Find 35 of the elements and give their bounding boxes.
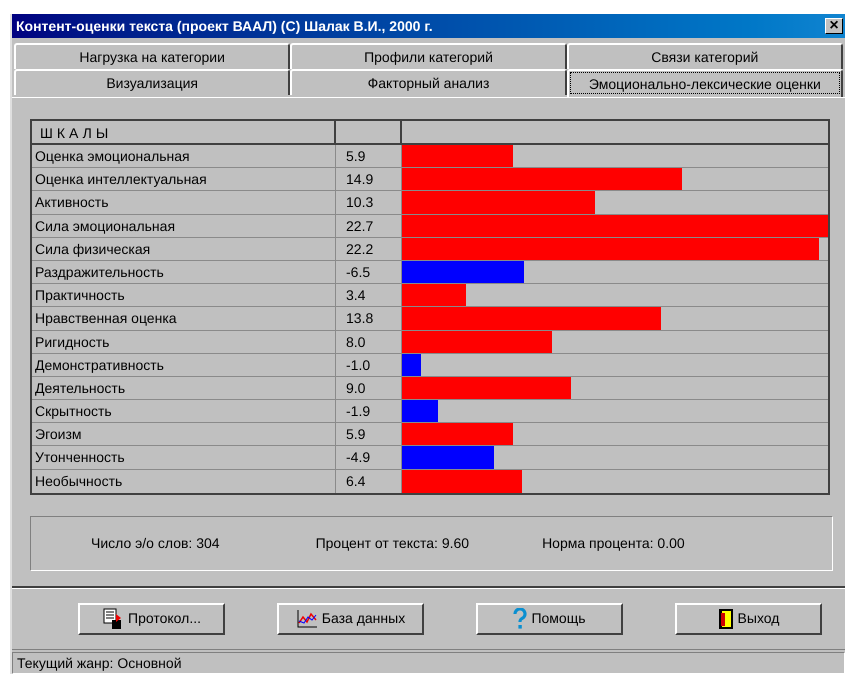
scale-name: Демонстративность: [32, 354, 336, 376]
scale-name: Раздражительность: [32, 260, 336, 284]
toolbar-button[interactable]: Выход: [675, 602, 822, 635]
summary-text: Норма процента: 0.00: [542, 534, 685, 553]
scale-name: Эгоизм: [32, 423, 336, 446]
scale-name: Сила физическая: [32, 238, 336, 260]
scale-name: Утонченность: [32, 446, 336, 469]
tab[interactable]: Профили категорий: [290, 43, 567, 69]
column-header: ШКАЛЫ: [32, 121, 336, 143]
scale-name: Деятельность: [32, 376, 336, 400]
scale-name: Необычность: [32, 470, 336, 493]
door-icon: [718, 608, 734, 630]
scale-name: Ригидность: [32, 330, 336, 353]
tab[interactable]: Факторный анализ: [290, 69, 567, 95]
window-title: Контент-оценки текста (проект ВААЛ) (С) Шалак В.И., 2000 г.: [16, 16, 433, 36]
line-chart-icon: [296, 608, 318, 629]
scale-name: Оценка интеллектуальная: [32, 168, 336, 190]
summary-text: Процент от текста: 9.60: [316, 534, 470, 553]
scale-name: Скрытность: [32, 400, 336, 422]
tab[interactable]: Визуализация: [14, 69, 290, 95]
tab[interactable]: Эмоционально-лексические оценки: [566, 69, 843, 97]
toolbar-button[interactable]: База данных: [277, 602, 424, 635]
close-button[interactable]: ×: [825, 18, 843, 34]
status-bar: Текущий жанр: Основной: [12, 652, 845, 674]
toolbar-button[interactable]: Протокол...: [78, 602, 225, 635]
scale-name: Активность: [32, 191, 336, 214]
scale-name: Оценка эмоциональная: [32, 145, 336, 168]
tab[interactable]: Связи категорий: [566, 43, 843, 69]
toolbar-button[interactable]: Помощь: [476, 602, 623, 635]
scale-name: Практичность: [32, 284, 336, 306]
question-mark-icon: [513, 608, 528, 630]
summary-text: Число э/о слов: 304: [91, 534, 220, 553]
scale-name: Сила эмоциональная: [32, 214, 336, 237]
scale-name: Нравственная оценка: [32, 307, 336, 330]
tab[interactable]: Нагрузка на категории: [14, 43, 290, 69]
